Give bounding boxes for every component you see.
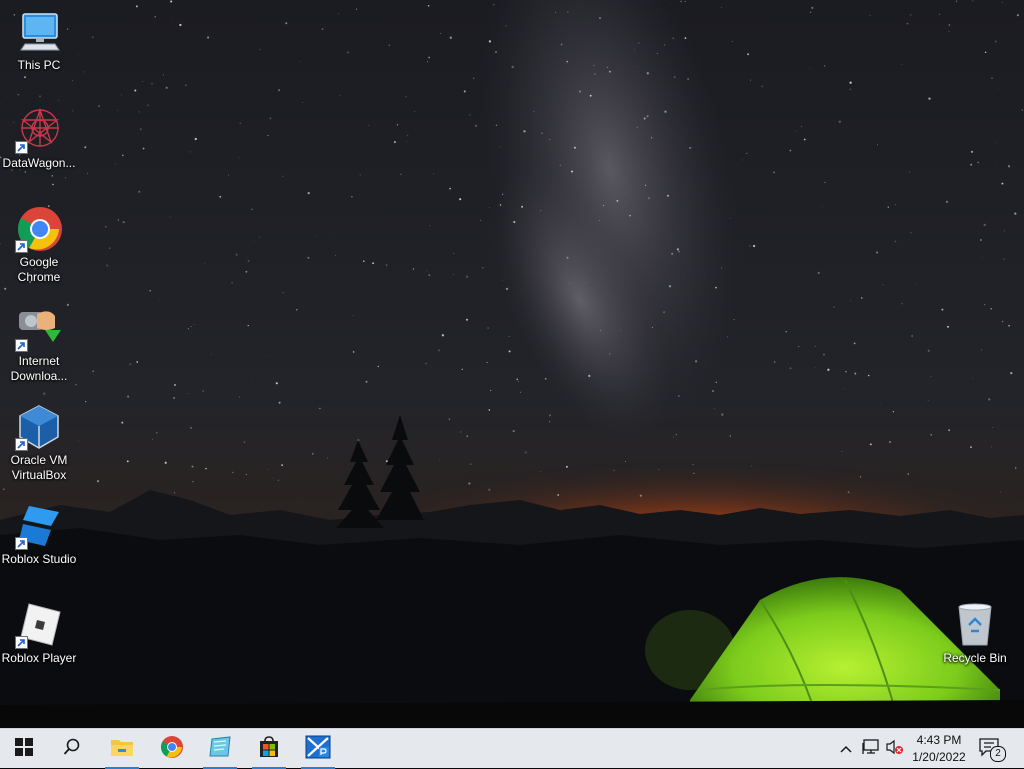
- show-hidden-icons-button[interactable]: [836, 739, 856, 759]
- desktop-icon-label: Internet Downloa...: [10, 354, 68, 383]
- shortcut-arrow-icon: [15, 438, 28, 451]
- desktop-icon-this-pc[interactable]: This PC: [0, 8, 78, 73]
- desktop-icon-roblox-studio[interactable]: Roblox Studio: [0, 502, 78, 567]
- chrome-icon: [15, 205, 63, 253]
- recycle-bin-icon: [951, 601, 999, 649]
- computer-icon: [15, 8, 63, 56]
- windows-start-icon: [15, 737, 33, 761]
- volume-button[interactable]: [884, 739, 904, 759]
- taskbar: 4:43 PM 1/20/2022 2: [0, 728, 1024, 769]
- virtualbox-icon: [15, 403, 63, 451]
- roblox-player-icon: [15, 601, 63, 649]
- volume-muted-icon: [885, 739, 903, 760]
- taskbar-notepad-app[interactable]: [196, 729, 244, 769]
- taskbar-google-chrome[interactable]: [148, 729, 196, 769]
- notepad-icon: [208, 735, 232, 763]
- desktop-icon-label: Recycle Bin: [943, 651, 1007, 665]
- shortcut-arrow-icon: [15, 537, 28, 550]
- desktop-icon-datawagon[interactable]: DataWagon...: [0, 106, 78, 171]
- shortcut-arrow-icon: [15, 636, 28, 649]
- roblox-studio-icon: [15, 502, 63, 550]
- start-button[interactable]: [0, 729, 48, 769]
- search-button[interactable]: [48, 729, 96, 769]
- desktop-icon-recycle-bin[interactable]: Recycle Bin: [936, 601, 1014, 666]
- clock-date: 1/20/2022: [912, 750, 966, 764]
- desktop-icon-oracle-vm-virtualbox[interactable]: Oracle VM VirtualBox: [0, 403, 78, 483]
- shortcut-arrow-icon: [15, 240, 28, 253]
- desktop-icon-google-chrome[interactable]: Google Chrome: [0, 205, 78, 285]
- chevron-up-icon: [840, 740, 852, 758]
- store-icon: [257, 735, 281, 764]
- internet-download-manager-icon: [15, 304, 63, 352]
- chrome-icon: [160, 735, 184, 764]
- action-center-button[interactable]: 2: [978, 737, 1006, 762]
- desktop-icon-internet-download-manager[interactable]: Internet Downloa...: [0, 304, 78, 384]
- desktop-icon-roblox-player[interactable]: Roblox Player: [0, 601, 78, 666]
- file-explorer-icon: [110, 736, 134, 763]
- network-icon: [862, 738, 880, 760]
- desktop-icon-label: DataWagon...: [2, 156, 76, 170]
- shortcut-arrow-icon: [15, 339, 28, 352]
- clock-time: 4:43 PM: [916, 733, 962, 747]
- notification-count-badge: 2: [990, 746, 1006, 762]
- desktop-icon-label: Roblox Studio: [1, 552, 77, 566]
- desktop-icon-label: Oracle VM VirtualBox: [10, 453, 68, 482]
- shortcut-arrow-icon: [15, 141, 28, 154]
- taskbar-clock[interactable]: 4:43 PM 1/20/2022: [905, 732, 973, 766]
- taskbar-file-explorer[interactable]: [98, 729, 146, 769]
- search-icon: [63, 738, 81, 761]
- datawagon-icon: [15, 106, 63, 154]
- taskbar-microsoft-store[interactable]: [245, 729, 293, 769]
- desktop-wallpaper[interactable]: [0, 0, 1024, 728]
- taskbar-xp-app[interactable]: [294, 729, 342, 769]
- xp-app-icon: [305, 735, 331, 764]
- desktop-icon-label: This PC: [17, 58, 61, 72]
- wallpaper-night-sky: [0, 0, 1024, 728]
- desktop-icon-label: Google Chrome: [17, 255, 61, 284]
- network-status-button[interactable]: [861, 738, 881, 760]
- desktop-icon-label: Roblox Player: [1, 651, 77, 665]
